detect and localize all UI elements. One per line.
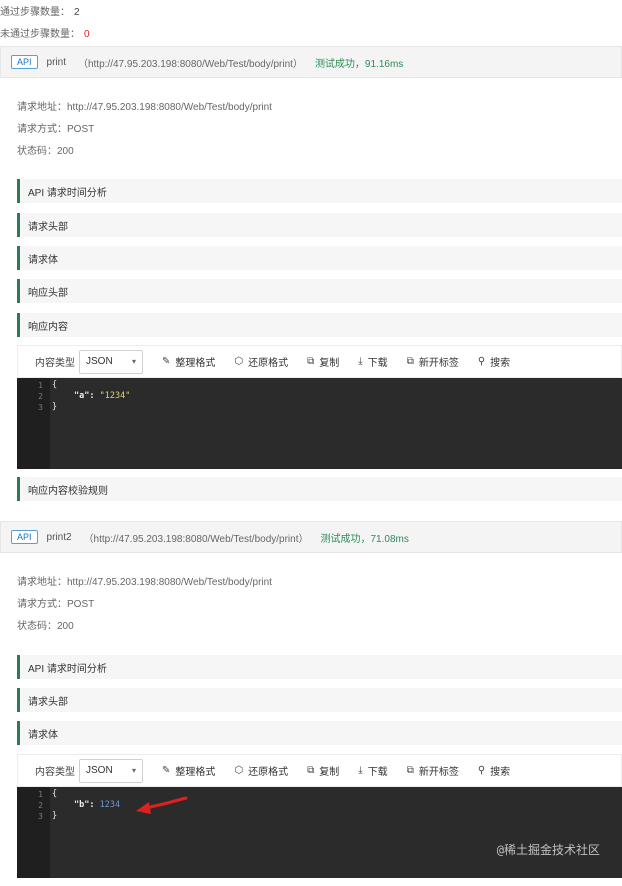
search-button[interactable]: ⚲ 搜索 [478, 354, 510, 369]
code-brace-close: } [52, 811, 58, 821]
api-result: 测试成功，91.16ms [314, 58, 404, 70]
section-timing-analysis[interactable]: API 请求时间分析 [17, 655, 622, 679]
section-request-headers[interactable]: 请求头部 [17, 688, 622, 712]
api-badge: API [11, 530, 38, 544]
code-brace-open: { [52, 380, 58, 390]
content-type-select[interactable]: JSON ▾ [79, 349, 143, 374]
code-line-2: "b": 1234 [74, 800, 120, 810]
wrench-icon: ✎ [162, 356, 171, 367]
content-type-select[interactable]: JSON ▾ [79, 758, 143, 783]
search-button[interactable]: ⚲ 搜索 [478, 763, 510, 778]
section-response-validation-rules[interactable]: 响应内容校验规则 [17, 477, 622, 501]
download-button[interactable]: ⤓ 下载 [358, 763, 387, 778]
section-timing-analysis[interactable]: API 请求时间分析 [17, 179, 622, 203]
copy-label: 复制 [319, 358, 340, 369]
format-button[interactable]: ✎ 整理格式 [162, 763, 215, 778]
api-badge: API [11, 55, 38, 69]
failed-steps-line: 未通过步骤数量： 0 [0, 25, 90, 40]
new-tab-button[interactable]: ⧉ 新开标签 [407, 763, 459, 778]
line-number: 1 [38, 381, 43, 390]
api-name: print2 [46, 531, 72, 543]
section-response-content[interactable]: 响应内容 [17, 313, 622, 337]
code-toolbar: 内容类型 JSON ▾ ✎ 整理格式 ⬡ 还原格式 ⧉ 复制 ⤓ 下载 ⧉ 新开标签 ⚲ 搜… [17, 754, 622, 787]
new-tab-label: 新开标签 [418, 358, 459, 369]
red-arrow-annotation [136, 796, 188, 814]
download-label: 下载 [367, 358, 388, 369]
restore-button[interactable]: ⬡ 还原格式 [234, 354, 288, 369]
format-label: 整理格式 [175, 767, 216, 778]
line-number: 3 [38, 812, 43, 821]
section-response-headers[interactable]: 响应头部 [17, 279, 622, 303]
request-method-line: 请求方式：POST [17, 599, 95, 610]
request-method-line: 请求方式：POST [17, 124, 95, 135]
chevron-down-icon: ▾ [131, 766, 136, 775]
api-name: print [46, 56, 66, 68]
download-button[interactable]: ⤓ 下载 [358, 354, 387, 369]
line-number: 1 [38, 790, 43, 799]
api-url: （http://47.95.203.198:8080/Web/Test/body… [83, 533, 309, 545]
code-toolbar: 内容类型 JSON ▾ ✎ 整理格式 ⬡ 还原格式 ⧉ 复制 ⤓ 下载 ⧉ 新开标签 ⚲ 搜… [17, 345, 622, 378]
status-code-line: 状态码：200 [17, 621, 74, 632]
json-colon: : [89, 391, 100, 401]
api-header-print2[interactable]: API print2 （http://47.95.203.198:8080/We… [0, 521, 622, 553]
cube-icon: ⬡ [234, 356, 244, 367]
format-button[interactable]: ✎ 整理格式 [162, 354, 215, 369]
failed-steps-value: 0 [84, 29, 90, 40]
section-request-body[interactable]: 请求体 [17, 246, 622, 270]
wrench-icon: ✎ [162, 765, 171, 776]
line-number: 2 [38, 392, 43, 401]
api-url: （http://47.95.203.198:8080/Web/Test/body… [77, 58, 303, 70]
passed-steps-line: 通过步骤数量： 2 [0, 3, 80, 18]
code-editor-request-body[interactable]: 1 2 3 { "b": 1234 } @稀土掘金技术社区 [17, 787, 622, 878]
download-icon: ⤓ [358, 765, 363, 776]
code-brace-open: { [52, 789, 58, 799]
search-label: 搜索 [490, 767, 511, 778]
download-label: 下载 [367, 767, 388, 778]
section-request-headers[interactable]: 请求头部 [17, 213, 622, 237]
restore-label: 还原格式 [248, 358, 289, 369]
watermark: @稀土掘金技术社区 [496, 843, 600, 857]
copy-icon: ⧉ [307, 765, 315, 776]
content-type-value: JSON [86, 765, 113, 776]
json-key: "a" [74, 391, 90, 401]
json-number-value: 1234 [99, 800, 121, 810]
api-header-print[interactable]: API print （http://47.95.203.198:8080/Web… [0, 46, 622, 78]
cube-icon: ⬡ [234, 765, 244, 776]
line-number: 2 [38, 801, 43, 810]
restore-label: 还原格式 [248, 767, 289, 778]
search-label: 搜索 [490, 358, 511, 369]
passed-steps-value: 2 [74, 7, 80, 18]
api-result: 测试成功，71.08ms [320, 533, 409, 545]
json-key: "b" [74, 800, 90, 810]
new-tab-label: 新开标签 [418, 767, 459, 778]
copy-button[interactable]: ⧉ 复制 [307, 763, 339, 778]
failed-steps-label: 未通过步骤数量： [0, 29, 80, 40]
copy-label: 复制 [319, 767, 340, 778]
copy-icon: ⧉ [307, 356, 315, 367]
content-type-label: 内容类型 [35, 358, 75, 369]
json-string-value: "1234" [99, 391, 131, 401]
search-icon: ⚲ [477, 765, 486, 776]
new-tab-button[interactable]: ⧉ 新开标签 [407, 354, 459, 369]
download-icon: ⤓ [358, 356, 363, 367]
content-type-value: JSON [86, 356, 113, 367]
request-url-line: 请求地址：http://47.95.203.198:8080/Web/Test/… [17, 102, 272, 113]
chevron-down-icon: ▾ [131, 357, 136, 366]
json-colon: : [89, 800, 100, 810]
external-link-icon: ⧉ [406, 765, 414, 776]
code-editor-response[interactable]: 1 2 3 { "a": "1234" } [17, 378, 622, 469]
restore-button[interactable]: ⬡ 还原格式 [234, 763, 288, 778]
status-code-line: 状态码：200 [17, 146, 74, 157]
copy-button[interactable]: ⧉ 复制 [307, 354, 339, 369]
line-number: 3 [38, 403, 43, 412]
search-icon: ⚲ [477, 356, 486, 367]
request-url-line: 请求地址：http://47.95.203.198:8080/Web/Test/… [17, 577, 272, 588]
passed-steps-label: 通过步骤数量： [0, 7, 70, 18]
external-link-icon: ⧉ [406, 356, 414, 367]
format-label: 整理格式 [175, 358, 216, 369]
code-line-2: "a": "1234" [74, 391, 130, 401]
section-request-body[interactable]: 请求体 [17, 721, 622, 745]
content-type-label: 内容类型 [35, 767, 75, 778]
code-brace-close: } [52, 402, 58, 412]
